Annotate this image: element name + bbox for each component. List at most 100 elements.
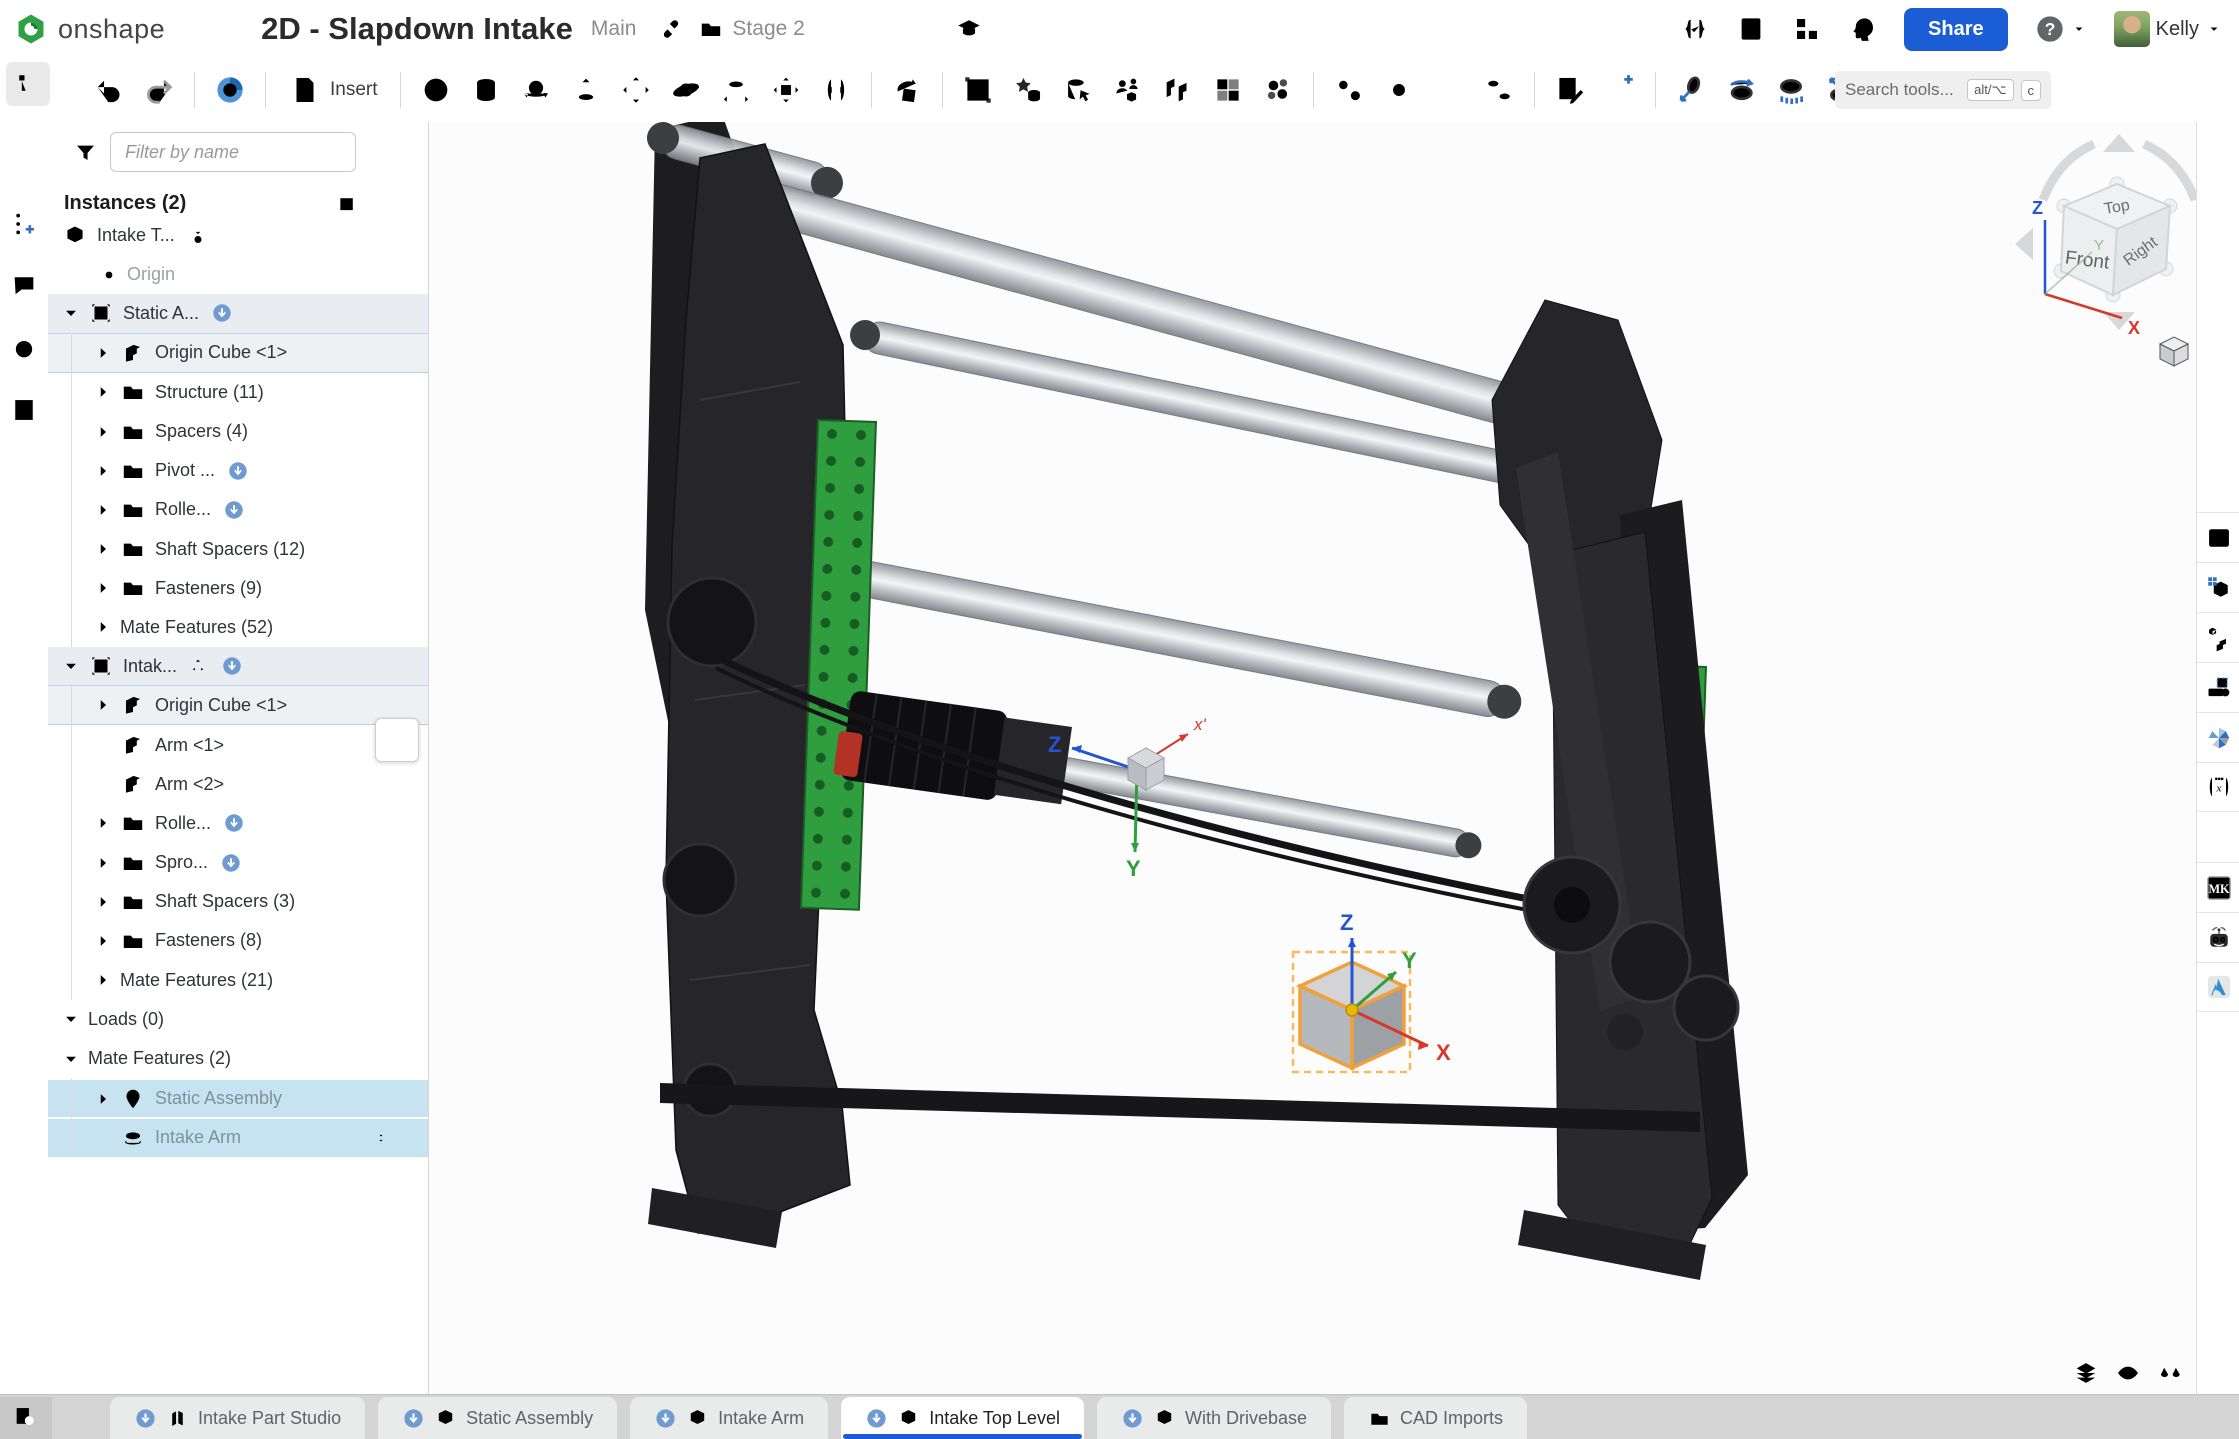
chevron-down-icon[interactable] bbox=[62, 1050, 80, 1068]
drawing-button[interactable] bbox=[1545, 65, 1595, 115]
ball-mate-button[interactable] bbox=[661, 65, 711, 115]
mkcad-app-button[interactable] bbox=[2197, 862, 2239, 912]
chevron-down-icon[interactable] bbox=[62, 657, 80, 675]
undo-button[interactable] bbox=[84, 65, 134, 115]
onshape-logo[interactable]: onshape bbox=[14, 12, 165, 46]
snap-mode-button[interactable] bbox=[811, 65, 861, 115]
view-cube[interactable]: Top Front Right Z X Y bbox=[2015, 134, 2196, 366]
gear-relation-button[interactable] bbox=[1324, 65, 1374, 115]
chevron-right-icon[interactable] bbox=[94, 501, 112, 519]
tab-search-button[interactable] bbox=[0, 1397, 52, 1439]
redo-button[interactable] bbox=[134, 65, 184, 115]
planar-mate-button[interactable] bbox=[611, 65, 661, 115]
history-button[interactable] bbox=[2, 326, 46, 370]
rack-relation-button[interactable] bbox=[1374, 65, 1424, 115]
tab-with-drivebase[interactable]: With Drivebase bbox=[1097, 1397, 1331, 1439]
tree-row[interactable]: Intake T... bbox=[48, 216, 428, 255]
render-app-button[interactable] bbox=[2197, 712, 2239, 762]
tree-row[interactable]: Structure (11) bbox=[48, 373, 428, 412]
badge-icon[interactable] bbox=[223, 499, 245, 521]
tab-intake-arm[interactable]: Intake Arm bbox=[630, 1397, 828, 1439]
chevron-right-icon[interactable] bbox=[94, 618, 112, 636]
search-tools[interactable]: Search tools... alt/⌥ c bbox=[1835, 71, 2051, 109]
robot-app-button[interactable] bbox=[2197, 912, 2239, 962]
chevron-right-icon[interactable] bbox=[94, 423, 112, 441]
learning-center-icon[interactable] bbox=[955, 15, 983, 43]
view-rotate-left[interactable] bbox=[2015, 228, 2033, 260]
api-explorer-button[interactable] bbox=[1680, 14, 1710, 44]
chevron-right-icon[interactable] bbox=[94, 462, 112, 480]
chevron-down-icon[interactable] bbox=[62, 1010, 80, 1028]
tree-row[interactable]: Rolle... bbox=[48, 490, 428, 529]
share-button[interactable]: Share bbox=[1904, 8, 2008, 51]
comments-button[interactable] bbox=[2, 264, 46, 308]
tab-static-assembly[interactable]: Static Assembly bbox=[378, 1397, 617, 1439]
tree-row[interactable]: Intak... bbox=[48, 647, 428, 686]
view-roll-left[interactable] bbox=[2043, 144, 2094, 200]
pattern-parts-button[interactable] bbox=[1153, 65, 1203, 115]
tab-intake-top-level[interactable]: Intake Top Level bbox=[841, 1397, 1084, 1439]
chevron-right-icon[interactable] bbox=[94, 971, 112, 989]
tree-row[interactable]: Origin bbox=[48, 255, 428, 294]
revolute-mate-button[interactable] bbox=[511, 65, 561, 115]
chevron-right-icon[interactable] bbox=[94, 579, 112, 597]
3d-model[interactable] bbox=[643, 122, 1748, 1280]
group-button[interactable] bbox=[953, 65, 1003, 115]
filter-input[interactable] bbox=[110, 132, 356, 172]
featurescript-button[interactable] bbox=[2197, 762, 2239, 812]
tab-intake-part-studio[interactable]: Intake Part Studio bbox=[110, 1397, 365, 1439]
insert-button[interactable]: Insert bbox=[276, 65, 390, 115]
sketch-button[interactable] bbox=[205, 65, 255, 115]
tree-row[interactable]: Fasteners (9) bbox=[48, 569, 428, 608]
fastened-mate-button[interactable] bbox=[461, 65, 511, 115]
cylindrical-mate-button[interactable] bbox=[711, 65, 761, 115]
badge-icon[interactable] bbox=[220, 852, 242, 874]
animate-revolve-button[interactable] bbox=[1716, 65, 1766, 115]
tree-row[interactable]: Spro... bbox=[48, 843, 428, 882]
badge-icon[interactable] bbox=[221, 655, 243, 677]
belt-relation-button[interactable] bbox=[1474, 65, 1524, 115]
list-options-icon[interactable] bbox=[368, 138, 408, 168]
tree-row[interactable]: Shaft Spacers (3) bbox=[48, 882, 428, 921]
slider-mate-button[interactable] bbox=[561, 65, 611, 115]
stream-app-button[interactable] bbox=[2197, 962, 2239, 1012]
chevron-down-icon[interactable] bbox=[62, 304, 80, 322]
chevron-right-icon[interactable] bbox=[94, 383, 112, 401]
tree-row[interactable]: Arm <1> bbox=[48, 725, 428, 764]
tree-row[interactable]: Static Assembly bbox=[48, 1078, 428, 1117]
filter-icon[interactable] bbox=[72, 140, 99, 167]
animate-rotate-button[interactable] bbox=[1666, 65, 1716, 115]
insert-instance-icon[interactable] bbox=[330, 188, 368, 216]
chevron-right-icon[interactable] bbox=[94, 344, 112, 362]
main-menu-icon[interactable] bbox=[209, 14, 239, 44]
chevron-right-icon[interactable] bbox=[94, 696, 112, 714]
versions-button[interactable] bbox=[2, 202, 46, 246]
instances-panel-button[interactable] bbox=[6, 62, 50, 106]
tree-row[interactable]: Loads (0) bbox=[48, 1000, 428, 1039]
chevron-right-icon[interactable] bbox=[94, 854, 112, 872]
show-hidden-button[interactable] bbox=[2114, 1359, 2142, 1387]
user-menu[interactable]: Kelly bbox=[2114, 11, 2223, 47]
chevron-right-icon[interactable] bbox=[94, 814, 112, 832]
tab-cad-imports[interactable]: CAD Imports bbox=[1344, 1397, 1527, 1439]
frame-tool-button[interactable] bbox=[2197, 662, 2239, 712]
replicate-button[interactable] bbox=[1053, 65, 1103, 115]
mass-properties-button[interactable] bbox=[2156, 1359, 2184, 1387]
named-positions-button[interactable] bbox=[1003, 65, 1053, 115]
mate-connector-button[interactable] bbox=[411, 65, 461, 115]
linear-pattern-button[interactable] bbox=[1203, 65, 1253, 115]
isolate-button[interactable] bbox=[2072, 1359, 2100, 1387]
tasks-button[interactable] bbox=[1736, 14, 1766, 44]
chevron-right-icon[interactable] bbox=[94, 932, 112, 950]
tree-row[interactable]: Mate Features (21) bbox=[48, 961, 428, 1000]
new-tab-button[interactable] bbox=[52, 1397, 98, 1439]
derived-parts-button[interactable] bbox=[2197, 612, 2239, 662]
configurations-button[interactable] bbox=[2197, 562, 2239, 612]
view-rotate-up[interactable] bbox=[2103, 134, 2135, 152]
move-part-button[interactable] bbox=[761, 65, 811, 115]
viewport-3d[interactable]: Z Y x' Z Y X bbox=[429, 122, 2196, 1395]
tree-row[interactable]: Rolle... bbox=[48, 804, 428, 843]
tree-row[interactable]: Origin Cube <1> bbox=[48, 686, 428, 725]
tree-row[interactable]: Mate Features (2) bbox=[48, 1039, 428, 1078]
simulation-button[interactable] bbox=[1595, 65, 1645, 115]
